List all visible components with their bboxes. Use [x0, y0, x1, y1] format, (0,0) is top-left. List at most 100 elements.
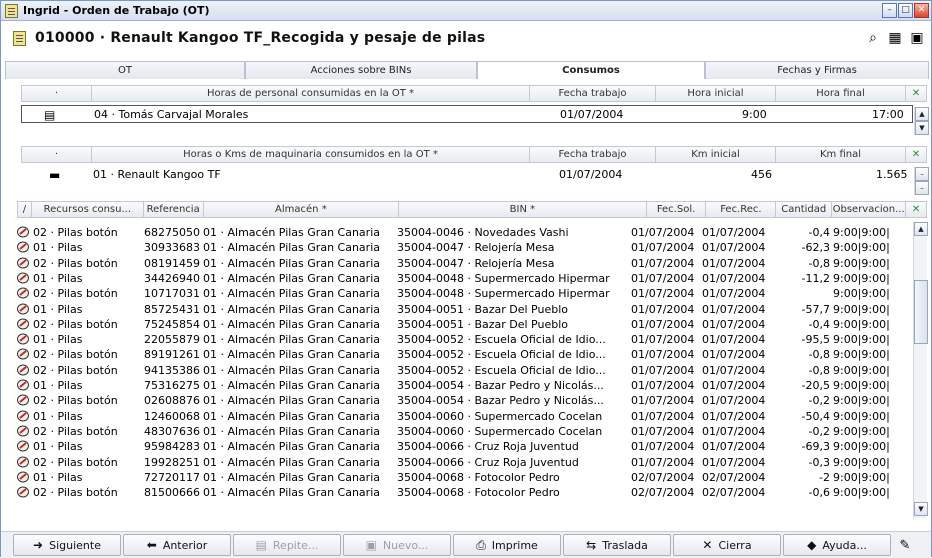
cell-cantidad: -20,5 [801, 379, 830, 392]
cell-recurso: 02 · Pilas botón [33, 363, 118, 377]
scroll-down-arrow-icon[interactable]: ▼ [914, 502, 928, 516]
binoculars-icon[interactable]: ⌕ [865, 30, 881, 46]
table-row[interactable]: 01 · Pilas 34426940 01 · Almacén Pilas Gra… [17, 271, 915, 286]
cell-fec-sol: 01/07/2004 [631, 226, 695, 239]
repite-button[interactable]: ▤ Repite... [233, 534, 341, 556]
battery-resource-icon [17, 410, 30, 422]
table-row[interactable]: 02 · Pilas botón 19928251 01 · Almacén Pil… [17, 455, 915, 470]
col-km-final[interactable]: Km final [776, 147, 906, 162]
table-row[interactable]: 02 · Pilas botón 75245854 01 · Almacén Pil… [17, 317, 915, 332]
close-button[interactable]: ✕ [914, 3, 929, 18]
table-row[interactable]: 01 · Pilas 22055879 01 · Almacén Pilas Gra… [17, 332, 915, 347]
cell-almacen: 01 · Almacén Pilas Gran Canaria [203, 333, 380, 347]
excel-icon[interactable]: ✕ [906, 147, 926, 162]
table-row[interactable]: 02 · Pilas botón 10717031 01 · Almacén Pil… [17, 286, 915, 301]
table-row[interactable]: 02 · Pilas botón 94135386 01 · Almacén Pil… [17, 363, 915, 378]
excel-icon[interactable]: ✕ [906, 86, 926, 101]
nuevo-button[interactable]: ▣ Nuevo... [343, 534, 451, 556]
personal-row[interactable]: ▤ 04 · Tomás Carvajal Morales 01/07/2004… [21, 105, 913, 123]
sort-icon[interactable]: / [18, 202, 32, 217]
scroll-down-arrow-icon[interactable]: – [915, 181, 929, 195]
scroll-down-arrow-icon[interactable]: ▼ [915, 121, 929, 135]
printer-icon: ⎙ [476, 537, 486, 552]
minimize-button[interactable]: – [882, 3, 897, 18]
table-row[interactable]: 02 · Pilas botón 89191261 01 · Almacén Pil… [17, 347, 915, 362]
cell-fec-sol: 02/07/2004 [631, 470, 695, 484]
col-personal[interactable]: Horas de personal consumidas en la OT * [92, 86, 530, 101]
cell-fec-rec: 02/07/2004 [702, 470, 766, 484]
cell-recurso: 02 · Pilas botón [33, 486, 118, 500]
col-cantidad[interactable]: Cantidad [776, 202, 833, 217]
scroll-up-arrow-icon[interactable]: – [915, 167, 929, 181]
cell-referencia: 22055879 [144, 333, 200, 347]
table-row[interactable]: 02 · Pilas botón 02608876 01 · Almacén Pil… [17, 393, 915, 408]
imprime-button[interactable]: ⎙ Imprime [453, 534, 561, 556]
table-row[interactable]: 01 · Pilas 12460068 01 · Almacén Pilas Gra… [17, 409, 915, 424]
col-fecha-trabajo[interactable]: Fecha trabajo [530, 147, 656, 162]
cell-fec-sol: 01/07/2004 [631, 241, 695, 255]
cell-observaciones: 9:00|9:00| [833, 363, 890, 377]
cell-almacen: 01 · Almacén Pilas Gran Canaria [203, 424, 380, 438]
battery-resource-icon [17, 486, 30, 498]
battery-resource-icon [17, 241, 30, 253]
chat-bubble-icon[interactable]: ✎ [893, 538, 917, 553]
calendar-icon[interactable]: ▦ [887, 30, 903, 46]
table-row[interactable]: 01 · Pilas 30933683 01 · Almacén Pilas Gra… [17, 240, 915, 255]
col-fecha-trabajo[interactable]: Fecha trabajo [530, 86, 656, 101]
col-bin[interactable]: BIN * [399, 202, 647, 217]
scroll-up-arrow-icon[interactable]: ▲ [915, 107, 929, 121]
excel-icon[interactable]: ✕ [906, 202, 926, 217]
col-observaciones[interactable]: Observacion... [832, 202, 907, 217]
table-row[interactable]: 01 · Pilas 75316275 01 · Almacén Pilas Gra… [17, 378, 915, 393]
col-maquinaria[interactable]: Horas o Kms de maquinaria consumidos en … [92, 147, 530, 162]
cell-cantidad: -2 [819, 470, 830, 484]
tab-consumos[interactable]: Consumos [477, 61, 705, 79]
col-hora-inicial[interactable]: Hora inicial [656, 86, 776, 101]
col-recursos[interactable]: Recursos consu... [32, 202, 144, 217]
maquinaria-scrollbar[interactable]: – – [914, 167, 929, 195]
cell-referencia: 10717031 [144, 287, 200, 301]
siguiente-button[interactable]: ➜ Siguiente [13, 534, 121, 556]
traslada-button[interactable]: ⇆ Traslada [563, 534, 671, 556]
cierra-label: Cierra [718, 538, 752, 552]
cell-referencia: 08191459 [144, 256, 200, 270]
tab-fechas-firmas[interactable]: Fechas y Firmas [705, 61, 929, 79]
table-row[interactable]: 02 · Pilas botón 08191459 01 · Almacén Pil… [17, 256, 915, 271]
cell-referencia: 34426940 [144, 271, 200, 285]
col-fec-sol[interactable]: Fec.Sol. [647, 202, 707, 217]
cell-observaciones: 9:00|9:00| [833, 302, 890, 316]
cierra-button[interactable]: ✕ Cierra [673, 534, 781, 556]
ayuda-button[interactable]: ◆ Ayuda... [783, 534, 891, 556]
table-row[interactable]: 02 · Pilas botón 48307636 01 · Almacén Pil… [17, 424, 915, 439]
col-almacen[interactable]: Almacén * [204, 202, 400, 217]
table-row[interactable]: 02 · Pilas botón 81500666 01 · Almacén Pil… [17, 485, 915, 500]
anterior-button[interactable]: ⬅ Anterior [123, 534, 231, 556]
tab-ot[interactable]: OT [5, 61, 245, 79]
maquinaria-row[interactable]: ▬ 01 · Renault Kangoo TF 01/07/2004 456 … [21, 166, 913, 184]
col-hora-final[interactable]: Hora final [776, 86, 906, 101]
table-row[interactable]: 01 · Pilas 85725431 01 · Almacén Pilas Gra… [17, 302, 915, 317]
cell-observaciones: 9:00|9:00| [833, 455, 890, 469]
cell-almacen: 01 · Almacén Pilas Gran Canaria [203, 379, 380, 392]
personal-scrollbar[interactable]: ▲ ▼ [914, 107, 929, 135]
cell-almacen: 01 · Almacén Pilas Gran Canaria [203, 256, 380, 270]
col-referencia[interactable]: Referencia [144, 202, 204, 217]
table-row[interactable]: 02 · Pilas botón 68275050 01 · Almacén Pil… [17, 225, 915, 240]
maximize-button[interactable]: □ [898, 3, 913, 18]
cell-referencia: 89191261 [144, 348, 200, 362]
tab-acciones-bins[interactable]: Acciones sobre BINs [245, 61, 477, 79]
table-row[interactable]: 01 · Pilas 72720117 01 · Almacén Pilas Gra… [17, 470, 915, 485]
col-km-inicial[interactable]: Km inicial [656, 147, 776, 162]
scroll-up-arrow-icon[interactable]: ▲ [914, 222, 928, 236]
cell-almacen: 01 · Almacén Pilas Gran Canaria [203, 287, 380, 301]
table-row[interactable]: 01 · Pilas 95984283 01 · Almacén Pilas Gra… [17, 439, 915, 454]
maquinaria-fin: 1.565 [876, 168, 908, 181]
cell-fec-sol: 01/07/2004 [631, 348, 695, 362]
truck-icon: ▬ [49, 168, 61, 182]
consumos-scrollbar[interactable]: ▲ ▼ [913, 222, 928, 518]
scroll-thumb[interactable] [914, 280, 928, 344]
save-icon[interactable]: ▣ [909, 30, 925, 46]
col-fec-rec[interactable]: Fec.Rec. [706, 202, 777, 217]
cell-almacen: 01 · Almacén Pilas Gran Canaria [203, 409, 380, 423]
title-bar: Ingrid - Orden de Trabajo (OT) – □ ✕ [1, 1, 931, 21]
